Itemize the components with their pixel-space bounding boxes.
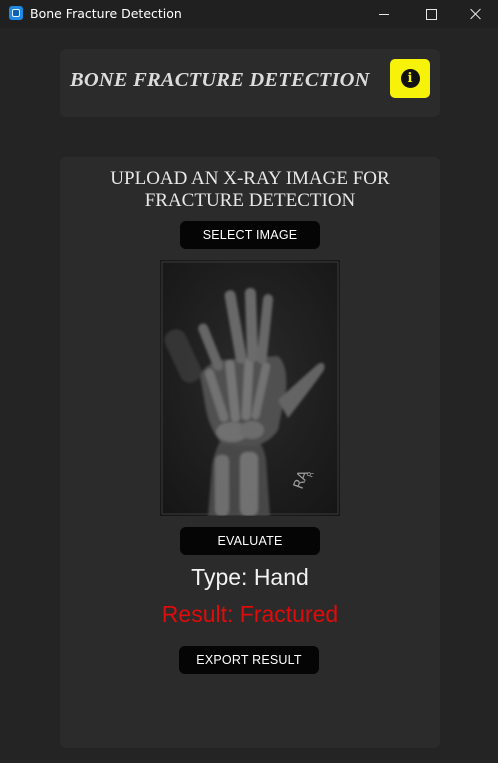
- info-icon: i: [400, 69, 420, 88]
- maximize-icon: [425, 8, 437, 20]
- app-heading: BONE FRACTURE DETECTION: [70, 69, 370, 91]
- info-button[interactable]: i: [390, 59, 430, 98]
- app-window: Bone Fracture Detection BONE FRACTURE DE…: [0, 0, 498, 763]
- close-icon: [470, 8, 482, 20]
- title-bar[interactable]: Bone Fracture Detection: [0, 0, 498, 28]
- result-label: Result: Fractured: [161, 601, 339, 627]
- evaluate-button[interactable]: EVALUATE: [180, 527, 320, 555]
- upload-heading-line2: FRACTURE DETECTION: [144, 190, 356, 211]
- header-panel: BONE FRACTURE DETECTION i: [60, 49, 440, 117]
- select-image-button[interactable]: SELECT IMAGE: [180, 221, 320, 249]
- minimize-button[interactable]: [361, 0, 407, 28]
- xray-hand-image: RA R: [160, 260, 340, 516]
- window-title: Bone Fracture Detection: [30, 6, 182, 21]
- export-result-button[interactable]: EXPORT RESULT: [179, 646, 319, 674]
- app-window-icon: [9, 6, 23, 20]
- xray-image-preview: RA R: [160, 260, 340, 516]
- maximize-button[interactable]: [408, 0, 454, 28]
- type-label: Type: Hand: [191, 564, 309, 590]
- upload-heading-line1: UPLOAD AN X-RAY IMAGE FOR: [110, 168, 390, 189]
- close-button[interactable]: [453, 0, 498, 28]
- upload-heading: UPLOAD AN X-RAY IMAGE FOR FRACTURE DETEC…: [60, 168, 440, 212]
- main-panel: UPLOAD AN X-RAY IMAGE FOR FRACTURE DETEC…: [60, 157, 440, 748]
- minimize-icon: [379, 13, 389, 15]
